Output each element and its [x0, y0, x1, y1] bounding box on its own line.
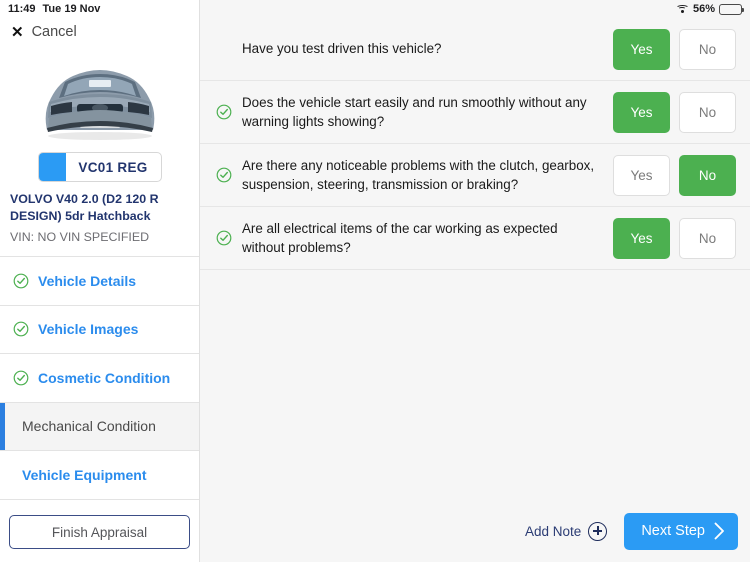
battery-percent-label: 56%: [692, 3, 715, 15]
answer-buttons: Yes No: [613, 154, 736, 196]
answer-yes-button[interactable]: Yes: [613, 154, 670, 196]
registration-plate: VC01 REG: [37, 152, 162, 182]
footer-actions: Add Note Next Step: [200, 500, 750, 562]
plate-country-band: [38, 153, 66, 181]
question-text: Are there any noticeable problems with t…: [242, 157, 595, 192]
sidebar-item-label: Mechanical Condition: [22, 418, 156, 435]
sidebar-item-cosmetic-condition[interactable]: Cosmetic Condition: [0, 354, 199, 403]
sidebar-item-label: Vehicle Images: [38, 321, 139, 338]
car-front-image: [45, 70, 154, 140]
answer-buttons: Yes No: [613, 28, 736, 70]
question-text: Does the vehicle start easily and run sm…: [242, 94, 587, 129]
close-icon: ✕: [11, 23, 24, 41]
sidebar-nav: Vehicle Details Vehicle Images Cosmetic …: [0, 256, 199, 500]
sidebar-item-mechanical-condition[interactable]: Mechanical Condition: [0, 402, 199, 451]
answer-no-button[interactable]: No: [679, 154, 736, 196]
status-bar-right: 56%: [675, 3, 750, 15]
answer-no-button[interactable]: No: [679, 28, 736, 70]
sidebar-item-label: Vehicle Details: [38, 272, 137, 289]
status-bar: 11:49 Tue 19 Nov 56%: [0, 0, 750, 18]
answer-buttons: Yes No: [613, 217, 736, 259]
status-time: 11:49: [8, 3, 36, 15]
check-circle-icon: [13, 370, 29, 386]
vehicle-title: VOLVO V40 2.0 (D2 120 R DESIGN) 5dr Hatc…: [10, 192, 159, 223]
status-date: Tue 19 Nov: [42, 3, 101, 15]
answer-yes-button[interactable]: Yes: [613, 91, 670, 133]
sidebar-item-label: Cosmetic Condition: [38, 369, 171, 386]
answer-yes-button[interactable]: Yes: [613, 217, 670, 259]
wifi-icon: [675, 4, 689, 14]
question-row: Have you test driven this vehicle? Yes N…: [200, 18, 750, 81]
check-circle-icon: [216, 230, 232, 246]
main-content: Have you test driven this vehicle? Yes N…: [200, 0, 750, 562]
check-circle-icon: [216, 104, 232, 120]
question-row: Are all electrical items of the car work…: [200, 207, 750, 270]
finish-appraisal-container: Finish Appraisal: [0, 505, 199, 562]
sidebar-item-vehicle-images[interactable]: Vehicle Images: [0, 305, 199, 354]
answer-yes-button[interactable]: Yes: [613, 28, 670, 70]
sidebar-item-label: Vehicle Equipment: [22, 466, 147, 483]
question-list: Have you test driven this vehicle? Yes N…: [200, 18, 750, 270]
question-row: Does the vehicle start easily and run sm…: [200, 81, 750, 144]
question-text: Are all electrical items of the car work…: [242, 220, 558, 255]
plate-registration: VC01 REG: [78, 159, 148, 175]
vehicle-vin: VIN: NO VIN SPECIFIED: [10, 230, 150, 244]
chevron-right-icon: [714, 522, 724, 540]
answer-no-button[interactable]: No: [679, 91, 736, 133]
add-note-label: Add Note: [525, 523, 582, 539]
question-text: Have you test driven this vehicle?: [242, 41, 442, 57]
status-bar-left: 11:49 Tue 19 Nov: [0, 3, 100, 15]
cancel-label: Cancel: [31, 24, 77, 40]
app-root: 11:49 Tue 19 Nov 56% ✕ Cancel VC01 REG V…: [0, 0, 750, 562]
sidebar-item-vehicle-equipment[interactable]: Vehicle Equipment: [0, 451, 199, 500]
cancel-button[interactable]: ✕ Cancel: [0, 18, 199, 46]
vehicle-image: [0, 50, 199, 146]
question-row: Are there any noticeable problems with t…: [200, 144, 750, 207]
answer-buttons: Yes No: [613, 91, 736, 133]
add-note-button[interactable]: Add Note: [525, 521, 608, 541]
sidebar: ✕ Cancel VC01 REG VOLVO V40 2.0 (D2 120 …: [0, 0, 200, 562]
plus-circle-icon: [588, 521, 608, 541]
check-circle-icon: [13, 321, 29, 337]
check-circle-icon: [216, 167, 232, 183]
check-circle-icon: [13, 273, 29, 289]
finish-appraisal-button[interactable]: Finish Appraisal: [9, 515, 190, 549]
next-step-label: Next Step: [641, 523, 705, 539]
sidebar-item-vehicle-details[interactable]: Vehicle Details: [0, 257, 199, 306]
answer-no-button[interactable]: No: [679, 217, 736, 259]
battery-icon: [719, 3, 744, 15]
next-step-button[interactable]: Next Step: [624, 512, 738, 550]
